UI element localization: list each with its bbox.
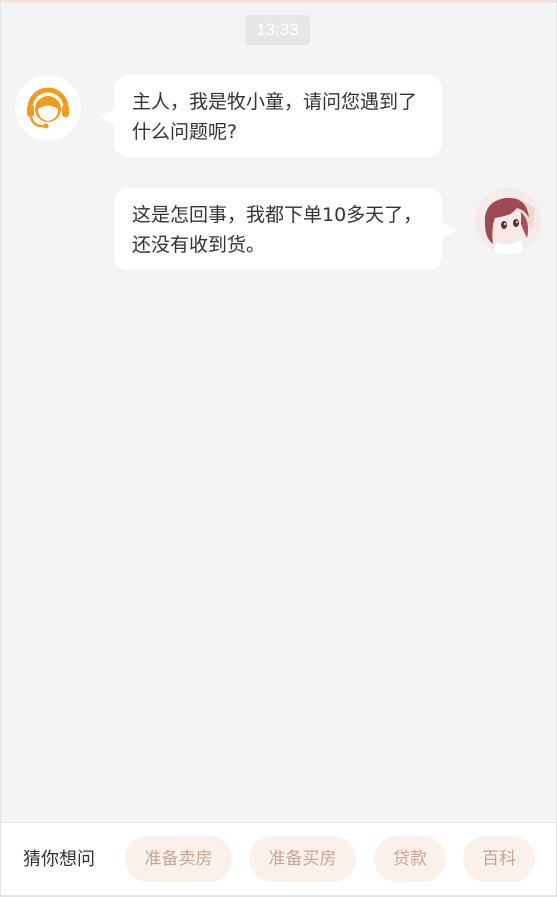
- chat-screen: 13:33 主人，我是牧小童，请问您遇到了什么问题呢? 这是怎回事，我都下单10…: [0, 0, 557, 897]
- suggestion-chip-encyclopedia[interactable]: 百科: [463, 836, 535, 882]
- message-timestamp: 13:33: [245, 15, 310, 45]
- user-message-bubble: 这是怎回事，我都下单10多天了，还没有收到货。: [114, 188, 456, 270]
- suggestion-chip-sell-house[interactable]: 准备卖房: [125, 836, 232, 882]
- headset-agent-icon: [15, 75, 81, 141]
- bot-message-bubble: 主人，我是牧小童，请问您遇到了什么问题呢?: [100, 75, 442, 157]
- top-divider: [1, 0, 556, 3]
- suggestion-chip-buy-house[interactable]: 准备买房: [249, 836, 356, 882]
- suggestion-bar: 猜你想问 准备卖房 准备买房 贷款 百科: [1, 822, 556, 897]
- suggestion-chip-loan[interactable]: 贷款: [374, 836, 446, 882]
- user-avatar[interactable]: [475, 188, 541, 254]
- user-anime-avatar: [475, 188, 541, 254]
- suggestion-label: 猜你想问: [23, 849, 95, 870]
- bot-avatar: [15, 75, 81, 141]
